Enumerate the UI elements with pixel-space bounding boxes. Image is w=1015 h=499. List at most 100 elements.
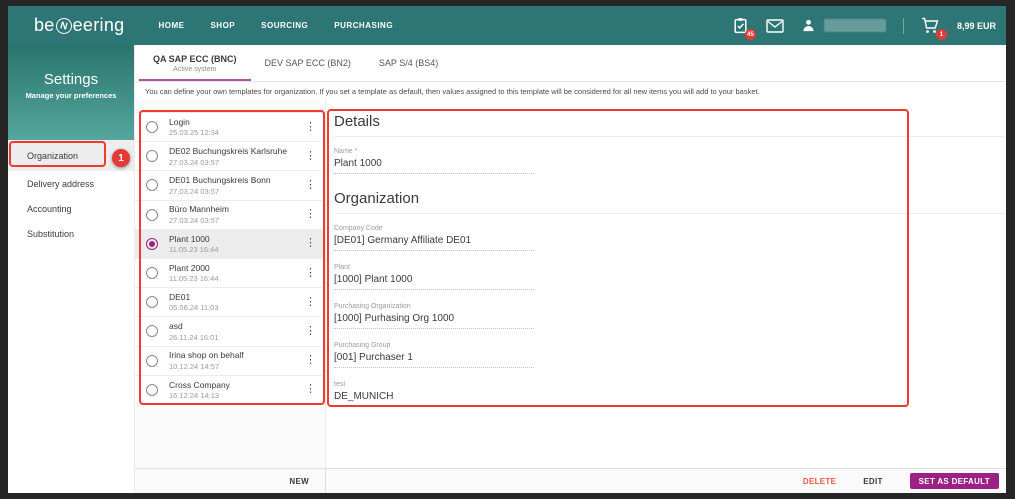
template-row[interactable]: Plant 1000 11.05.23 16:44 ⋮ (135, 229, 325, 259)
organization-heading: Organization (334, 190, 1006, 214)
template-row[interactable]: Plant 2000 11.05.23 16:44 ⋮ (135, 258, 325, 289)
row-menu-icon[interactable]: ⋮ (305, 238, 316, 249)
template-list: Login 25.03.25 12:34 ⋮ DE02 Buchungskrei… (135, 112, 325, 405)
user-name-redacted (823, 19, 886, 32)
templates-panels: Login 25.03.25 12:34 ⋮ DE02 Buchungskrei… (135, 100, 1006, 468)
navbar-divider (902, 17, 904, 34)
organization-fields: Company Code [DE01] Germany Affiliate DE… (334, 225, 1006, 407)
row-menu-icon[interactable]: ⋮ (305, 296, 316, 308)
sidebar-item[interactable]: Accounting (8, 196, 134, 221)
template-date: 11.05.23 16:44 (169, 245, 219, 255)
template-radio[interactable] (146, 237, 158, 250)
menu-item[interactable]: HOME (158, 21, 184, 30)
system-tab[interactable]: SAP S/4 (BS4) (365, 45, 452, 81)
template-row[interactable]: Irina shop on behalf 10.12.24 14:57 ⋮ (135, 346, 325, 376)
system-tab[interactable]: QA SAP ECC (BNC) Active system (139, 45, 251, 81)
template-radio[interactable] (146, 325, 158, 338)
cart-total: 8,99 EUR (956, 20, 996, 31)
template-row[interactable]: asd 26.11.24 16:01 ⋮ (135, 317, 325, 347)
template-date: 10.12.24 14:57 (169, 361, 220, 371)
person-icon (803, 19, 814, 32)
top-navbar: be Neering HOME SHOP SOURCING PURCHASING 45 … (8, 6, 1006, 45)
field-value: DE_MUNICH (334, 391, 534, 407)
template-radio[interactable] (146, 208, 158, 221)
set-as-default-button[interactable]: SET AS DEFAULT (909, 473, 999, 489)
template-radio[interactable] (146, 267, 158, 280)
row-menu-icon[interactable]: ⋮ (305, 121, 316, 133)
menu-item[interactable]: SHOP (210, 21, 235, 30)
template-date: 27.03.24 03:57 (169, 157, 220, 167)
templates-description: You can define your own templates for or… (145, 87, 760, 96)
menu-item[interactable]: PURCHASING (334, 21, 393, 30)
row-menu-icon[interactable]: ⋮ (305, 267, 316, 279)
template-date: 05.06.24 11:03 (169, 303, 219, 313)
template-radio[interactable] (146, 354, 158, 367)
template-date: 25.03.25 12:34 (169, 128, 220, 138)
template-radio[interactable] (146, 296, 158, 309)
field-value: [1000] Purhasing Org 1000 (334, 313, 534, 329)
logo-text: be (34, 15, 55, 35)
row-menu-icon[interactable]: ⋮ (305, 179, 316, 191)
field-label: Purchasing Group (334, 342, 391, 349)
name-label: Name * (334, 148, 358, 155)
footer-details-section: DELETE EDIT SET AS DEFAULT (326, 469, 1006, 493)
template-row[interactable]: DE01 Buchungskreis Bonn 27.03.24 03:57 ⋮ (135, 171, 325, 201)
row-menu-icon[interactable]: ⋮ (305, 150, 316, 162)
row-menu-icon[interactable]: ⋮ (305, 209, 316, 220)
delete-button[interactable]: DELETE (803, 477, 836, 486)
template-name: asd (169, 321, 183, 332)
template-name: DE01 Buchungskreis Bonn (169, 175, 271, 186)
template-radio[interactable] (146, 383, 158, 396)
details-heading: Details (334, 113, 1006, 137)
template-details-panel: Details Name * Plant 1000 Organization C… (326, 100, 1006, 468)
row-menu-icon[interactable]: ⋮ (305, 384, 316, 395)
template-date: 16.12.24 14:13 (169, 391, 220, 401)
sidebar-item[interactable]: Substitution (8, 221, 134, 246)
template-row[interactable]: Login 25.03.25 12:34 ⋮ (135, 113, 325, 143)
template-radio[interactable] (146, 150, 158, 163)
sidebar-item[interactable]: Delivery address (8, 171, 134, 196)
template-name: Login (169, 116, 190, 127)
org-field: Plant [1000] Plant 1000 (334, 264, 1006, 290)
org-field: Purchasing Organization [1000] Purhasing… (334, 303, 1006, 329)
system-tabs: QA SAP ECC (BNC) Active system DEV SAP E… (135, 45, 1006, 82)
template-radio[interactable] (146, 121, 158, 134)
cart-button[interactable]: 1 (921, 17, 947, 40)
sidebar-nav: Organization Delivery address Accounting Su… (8, 140, 134, 246)
app: be Neering HOME SHOP SOURCING PURCHASING 45 … (8, 6, 1006, 493)
navbar-right: 45 1 8,99 EUR (732, 17, 996, 40)
main-content: QA SAP ECC (BNC) Active system DEV SAP E… (135, 45, 1006, 493)
envelope-icon (766, 18, 784, 33)
tasks-button[interactable]: 45 (732, 17, 756, 40)
beneering-logo[interactable]: be Neering (34, 15, 124, 36)
org-field: Purchasing Group [001] Purchaser 1 (334, 342, 1006, 368)
template-row[interactable]: Cross Company 16.12.24 14:13 ⋮ (135, 375, 325, 405)
template-name: Irina shop on behalf (169, 350, 244, 361)
template-row[interactable]: DE01 05.06.24 11:03 ⋮ (135, 288, 325, 318)
org-field: test DE_MUNICH (334, 381, 1006, 407)
new-button[interactable]: NEW (289, 477, 309, 486)
template-name: DE02 Buchungskreis Karlsruhe (169, 146, 288, 157)
row-menu-icon[interactable]: ⋮ (305, 355, 316, 366)
menu-item[interactable]: SOURCING (261, 21, 308, 30)
template-row[interactable]: DE02 Buchungskreis Karlsruhe 27.03.24 03… (135, 142, 325, 172)
template-radio[interactable] (146, 179, 158, 192)
tasks-badge: 45 (744, 29, 756, 40)
edit-button[interactable]: EDIT (863, 477, 882, 486)
footer-list-section: NEW (135, 469, 326, 493)
template-date: 26.11.24 16:01 (169, 332, 219, 342)
tab-subtitle: Active system (173, 65, 217, 73)
row-menu-icon[interactable]: ⋮ (305, 325, 316, 337)
logo-text: eering (72, 15, 125, 35)
name-field: Name * Plant 1000 (334, 148, 1006, 174)
sidebar-item[interactable]: Organization (8, 140, 134, 171)
user-account-button[interactable] (801, 18, 886, 33)
tab-label: QA SAP ECC (BNC) (153, 53, 237, 64)
settings-sidebar: Settings Manage your preferences Organiz… (8, 45, 135, 493)
template-row[interactable]: Büro Mannheim 27.03.24 03:57 ⋮ (135, 200, 325, 230)
field-label: Plant (334, 264, 350, 271)
template-date: 27.03.24 03:57 (169, 186, 220, 196)
messages-button[interactable] (766, 18, 784, 33)
system-tab[interactable]: DEV SAP ECC (BN2) (251, 45, 365, 81)
field-label: test (334, 381, 346, 388)
